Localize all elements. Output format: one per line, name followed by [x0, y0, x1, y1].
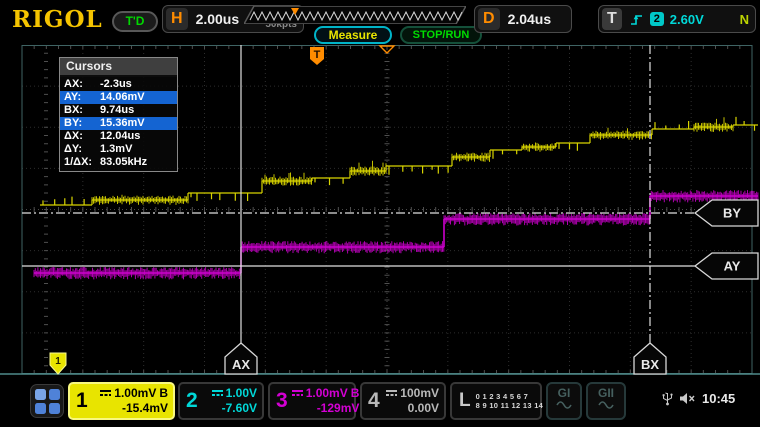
- channel-4-scale: 100mV: [400, 386, 439, 401]
- cursor-result-row: 1/ΔX:83.05kHz: [60, 156, 177, 169]
- cursor-result-row: BY:15.36mV: [60, 117, 177, 130]
- usb-icon: [662, 391, 673, 406]
- logic-channels-row1: 0 1 2 3 4 5 6 7: [476, 392, 528, 401]
- channel-2-number: 2: [180, 389, 202, 413]
- channel-1-offset: -15.4mV: [122, 401, 168, 416]
- cursor-result-row: AY:14.06mV: [60, 91, 177, 104]
- memory-depth-bar[interactable]: [244, 6, 466, 24]
- trigger-slope-icon: [630, 12, 644, 26]
- svg-text:BX: BX: [641, 357, 659, 372]
- cursor-result-row: ΔX:12.04us: [60, 130, 177, 143]
- bandwidth-limit-badge: B: [351, 386, 360, 401]
- trigger-mode: N: [740, 12, 749, 27]
- generator-2-button[interactable]: GII: [586, 382, 626, 420]
- bandwidth-limit-badge: B: [159, 386, 168, 401]
- coupling-icon: [100, 390, 111, 398]
- stop-run-button[interactable]: STOP/RUN: [400, 26, 482, 44]
- clock: 10:45: [702, 391, 735, 406]
- channel-1-scale: 1.00mV: [114, 386, 156, 401]
- svg-text:AX: AX: [232, 357, 250, 372]
- trigger-box[interactable]: T 2 2.60V N: [598, 5, 756, 33]
- channel-4-number: 4: [362, 389, 384, 413]
- generator-1-button[interactable]: GI: [546, 382, 582, 420]
- oscilloscope-screen: RIGOL T'D H 2.00us 2.5GSa/s 50kpts Measu…: [0, 0, 760, 427]
- channel-3-box[interactable]: 3 1.00mV B -129mV: [268, 382, 356, 420]
- cursors-panel-title: Cursors: [60, 58, 177, 77]
- cursor-result-row: BX:9.74us: [60, 104, 177, 117]
- delay-value: 2.04us: [508, 11, 552, 27]
- channel-3-number: 3: [270, 389, 292, 413]
- channel-2-offset: -7.60V: [222, 401, 257, 416]
- sine-icon: [556, 400, 572, 410]
- rigol-logo: RIGOL: [12, 6, 103, 33]
- channel-4-offset: 0.00V: [408, 401, 439, 416]
- logic-label: L: [452, 390, 476, 412]
- svg-text:T: T: [314, 49, 321, 61]
- trigger-level-value: 2.60V: [670, 12, 704, 27]
- coupling-icon: [386, 390, 397, 398]
- quick-menu-button[interactable]: [30, 384, 64, 418]
- timebase-value: 2.00us: [196, 11, 240, 27]
- trigger-source-badge: 2: [650, 12, 664, 26]
- channel-3-offset: -129mV: [317, 401, 360, 416]
- trigger-status-badge: T'D: [112, 11, 158, 32]
- horizontal-label: H: [166, 8, 188, 30]
- channel-1-number: 1: [70, 389, 92, 413]
- speaker-mute-icon: [679, 392, 696, 405]
- delay-label: D: [478, 8, 500, 30]
- svg-text:1: 1: [55, 356, 61, 367]
- cursor-result-row: ΔY:1.3mV: [60, 143, 177, 156]
- cursor-result-row: AX:-2.3us: [60, 78, 177, 91]
- channel-2-box[interactable]: 2 1.00V -7.60V: [178, 382, 264, 420]
- logic-channels-row2: 8 9 10 11 12 13 14 15: [476, 401, 555, 410]
- svg-text:BY: BY: [723, 206, 741, 221]
- delay-box[interactable]: D 2.04us: [474, 5, 572, 33]
- channel-1-box[interactable]: 1 1.00mV B -15.4mV: [68, 382, 175, 420]
- channel-2-scale: 1.00V: [226, 386, 257, 401]
- channel-3-scale: 1.00mV: [306, 386, 348, 401]
- coupling-icon: [212, 390, 223, 398]
- measure-button[interactable]: Measure: [314, 26, 392, 44]
- sine-icon: [598, 400, 614, 410]
- svg-text:AY: AY: [724, 259, 741, 274]
- cursors-panel: Cursors AX:-2.3usAY:14.06mVBX:9.74usBY:1…: [59, 57, 178, 172]
- logic-analyzer-box[interactable]: L 0 1 2 3 4 5 6 7 8 9 10 11 12 13 14 15: [450, 382, 542, 420]
- coupling-icon: [292, 390, 303, 398]
- trigger-label: T: [602, 8, 622, 30]
- channel-4-box[interactable]: 4 100mV 0.00V: [360, 382, 446, 420]
